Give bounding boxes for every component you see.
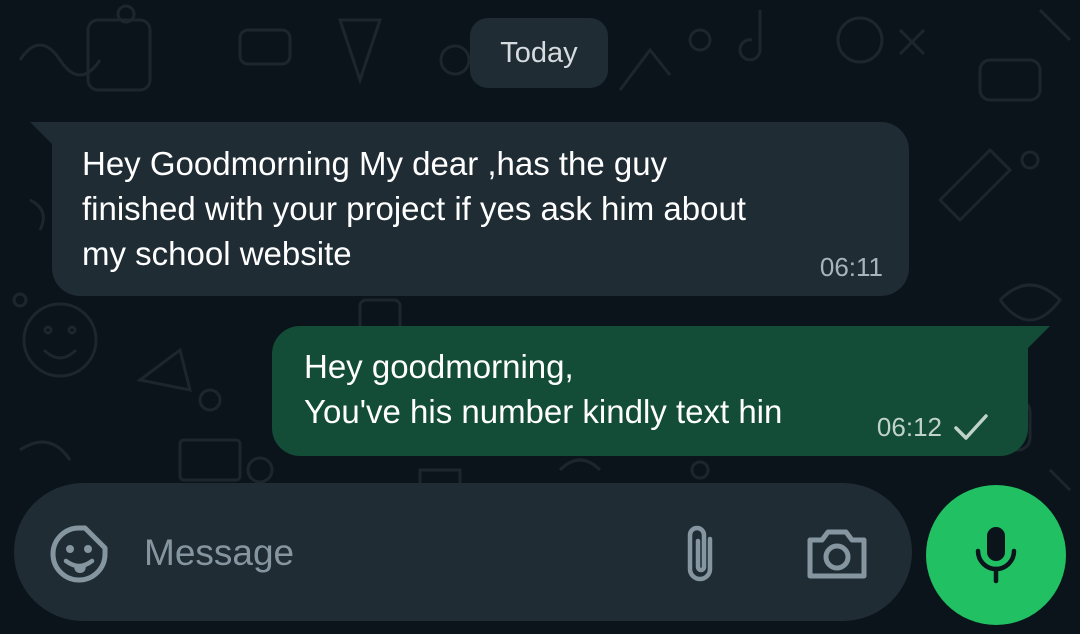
bubble-tail <box>30 122 52 144</box>
message-text-line: Hey Goodmorning My dear ,has the guy <box>82 145 668 182</box>
message-composer <box>14 483 912 621</box>
message-input[interactable] <box>142 517 646 589</box>
outgoing-message-bubble[interactable]: Hey goodmorning, You've his number kindl… <box>272 326 1050 456</box>
sticker-emoji-icon[interactable] <box>48 523 110 585</box>
message-text-line: Hey goodmorning, <box>304 348 574 385</box>
voice-record-button[interactable] <box>926 485 1066 625</box>
microphone-icon <box>975 527 1017 584</box>
date-chip-label: Today <box>500 36 578 69</box>
message-timestamp: 06:11 <box>819 252 883 282</box>
single-check-icon <box>954 414 988 440</box>
camera-icon[interactable] <box>804 526 870 582</box>
paperclip-icon[interactable] <box>678 523 726 587</box>
message-text-line: finished with your project if yes ask hi… <box>82 190 746 227</box>
bubble-tail <box>1028 326 1050 348</box>
message-timestamp: 06:12 <box>876 412 942 442</box>
date-chip: Today <box>470 18 608 88</box>
incoming-message-bubble[interactable]: Hey Goodmorning My dear ,has the guy fin… <box>30 122 909 296</box>
message-text-line: my school website <box>82 235 352 272</box>
